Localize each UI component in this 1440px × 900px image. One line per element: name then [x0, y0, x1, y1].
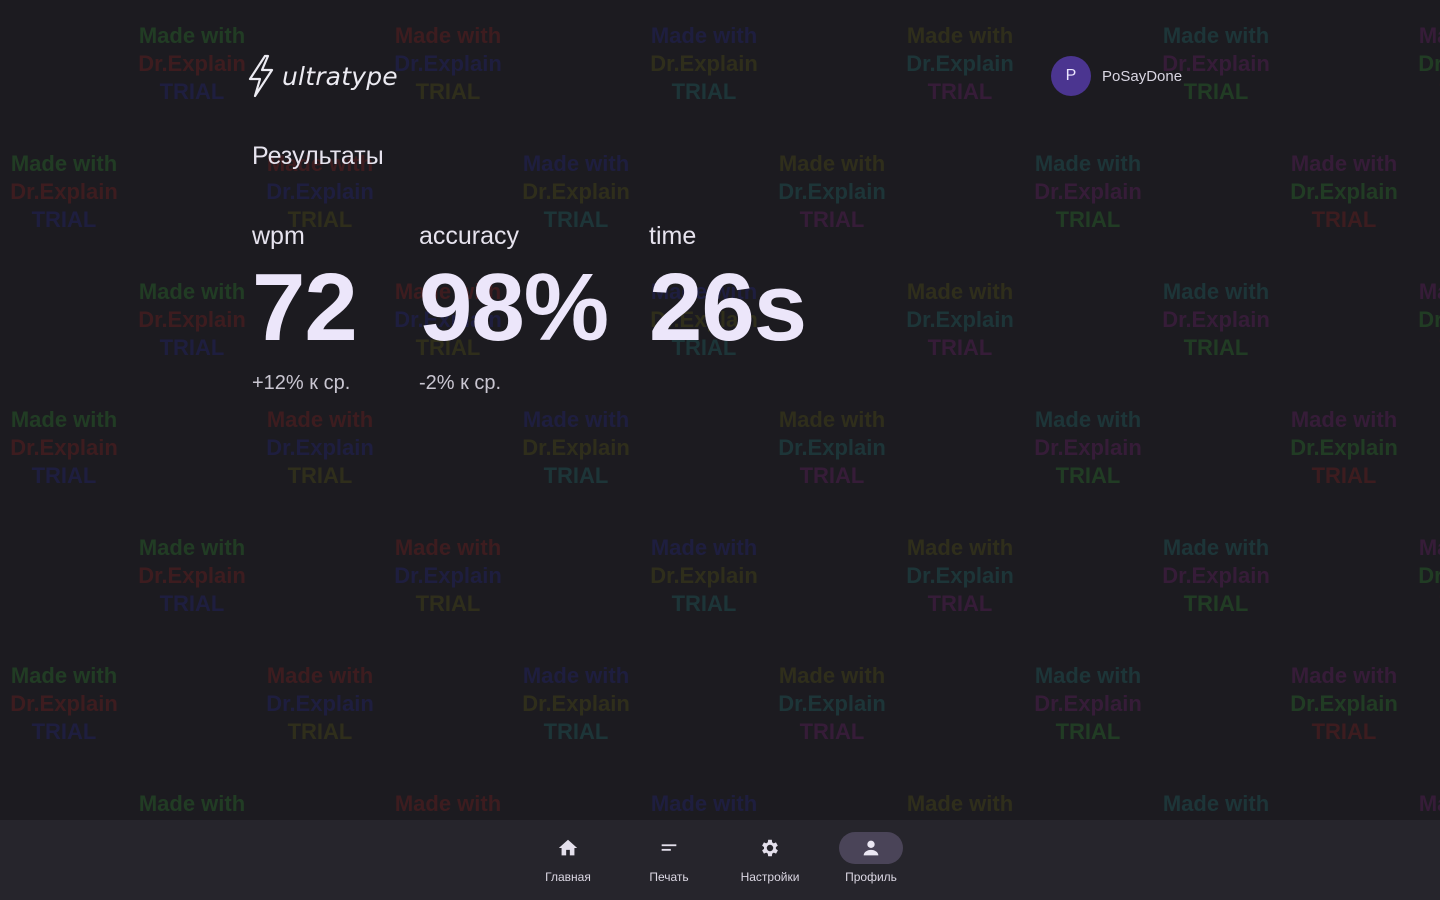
stat-delta: +12% к ср.	[252, 372, 351, 394]
stat-label: wpm	[252, 222, 305, 250]
trial-watermark: Made withDr.ExplainTRIAL	[1162, 535, 1270, 616]
nav-item-home[interactable]: Главная	[523, 832, 613, 884]
trial-watermark: Made withDr.ExplainTRIAL	[266, 663, 374, 744]
trial-watermark: Made withDr.ExplainTRIAL	[522, 407, 630, 488]
trial-watermark: Made withDr.ExplainTRIAL	[1034, 407, 1142, 488]
stat-time: time 26s	[649, 222, 807, 361]
stat-label: accuracy	[419, 222, 520, 250]
lightning-icon	[248, 54, 274, 98]
stat-label: time	[649, 222, 697, 250]
person-icon	[863, 840, 879, 856]
trial-watermark: Made withDr.ExplainTRIAL	[394, 23, 502, 104]
nav-item-settings[interactable]: Настройки	[725, 832, 815, 884]
nav-item-profile[interactable]: Профиль	[826, 832, 916, 884]
stat-value: 72	[252, 254, 358, 361]
trial-watermark: Made withDr.ExplainTRIAL	[906, 23, 1014, 104]
trial-watermark: Made withDr.ExplainTRIAL	[778, 407, 886, 488]
home-icon	[558, 839, 578, 856]
trial-watermark: Made withDr.ExplainTRIAL	[394, 535, 502, 616]
nav-pill-active	[839, 832, 903, 864]
trial-watermark-layer: Made with Dr.Explain TRIAL Made with Dr.Expl…	[0, 0, 1440, 900]
app-page: Made with Dr.Explain TRIAL Made with Dr.Expl…	[0, 0, 1440, 900]
user-menu[interactable]: P PoSayDone	[1051, 56, 1182, 96]
trial-watermark: Made withDr.ExplainTRIAL	[138, 279, 246, 360]
trial-watermark: Made withDr.ExplainTRIAL	[1162, 279, 1270, 360]
stat-wpm: wpm 72 +12% к ср.	[252, 222, 358, 395]
trial-watermark: Made withDr.ExplainTRIAL	[1034, 663, 1142, 744]
nav-pill	[637, 832, 701, 864]
stat-delta: -2% к ср.	[419, 372, 502, 394]
logo-text: ultratype	[282, 61, 398, 91]
bottom-navigation-bar	[0, 820, 1440, 900]
trial-watermark: Made withDr.ExplainTRIAL	[906, 535, 1014, 616]
short-text-icon	[661, 844, 677, 851]
trial-watermark: Made withDr.ExplainTRIAL	[650, 23, 758, 104]
page-title: Результаты	[252, 142, 384, 170]
trial-watermark: Made withDr.ExplainTRIAL	[1418, 23, 1440, 104]
trial-watermark: Made withDr.ExplainTRIAL	[1290, 663, 1398, 744]
trial-watermark: Made withDr.ExplainTRIAL	[522, 663, 630, 744]
trial-watermark: Made withDr.ExplainTRIAL	[10, 407, 118, 488]
nav-label: Печать	[649, 870, 689, 884]
avatar[interactable]: P	[1051, 56, 1091, 96]
nav-item-print[interactable]: Печать	[624, 832, 714, 884]
trial-watermark: Made withDr.ExplainTRIAL	[1034, 151, 1142, 232]
trial-watermark: Made withDr.ExplainTRIAL	[138, 23, 246, 104]
trial-watermark: Made withDr.ExplainTRIAL	[1290, 407, 1398, 488]
trial-watermark: Made withDr.ExplainTRIAL	[266, 407, 374, 488]
trial-watermark: Made withDr.ExplainTRIAL	[10, 151, 118, 232]
nav-pill	[536, 832, 600, 864]
stat-value: 98%	[419, 254, 609, 361]
stat-value: 26s	[649, 254, 807, 361]
nav-label: Главная	[545, 870, 591, 884]
trial-watermark: Made withDr.ExplainTRIAL	[1418, 535, 1440, 616]
stat-accuracy: accuracy 98% -2% к ср.	[419, 222, 609, 395]
nav-pill	[738, 832, 802, 864]
nav-label: Настройки	[740, 870, 800, 884]
trial-watermark: Made withDr.ExplainTRIAL	[778, 663, 886, 744]
trial-watermark: Made withDr.ExplainTRIAL	[10, 663, 118, 744]
username: PoSayDone	[1102, 67, 1183, 85]
app-logo[interactable]: ultratype	[246, 54, 398, 98]
nav-label: Профиль	[845, 870, 897, 884]
trial-watermark: Made withDr.ExplainTRIAL	[1418, 279, 1440, 360]
trial-watermark: Made withDr.ExplainTRIAL	[906, 279, 1014, 360]
trial-watermark: Made withDr.ExplainTRIAL	[1290, 151, 1398, 232]
gear-icon	[762, 839, 778, 857]
trial-watermark: Made withDr.ExplainTRIAL	[650, 535, 758, 616]
trial-watermark: Made withDr.ExplainTRIAL	[138, 535, 246, 616]
